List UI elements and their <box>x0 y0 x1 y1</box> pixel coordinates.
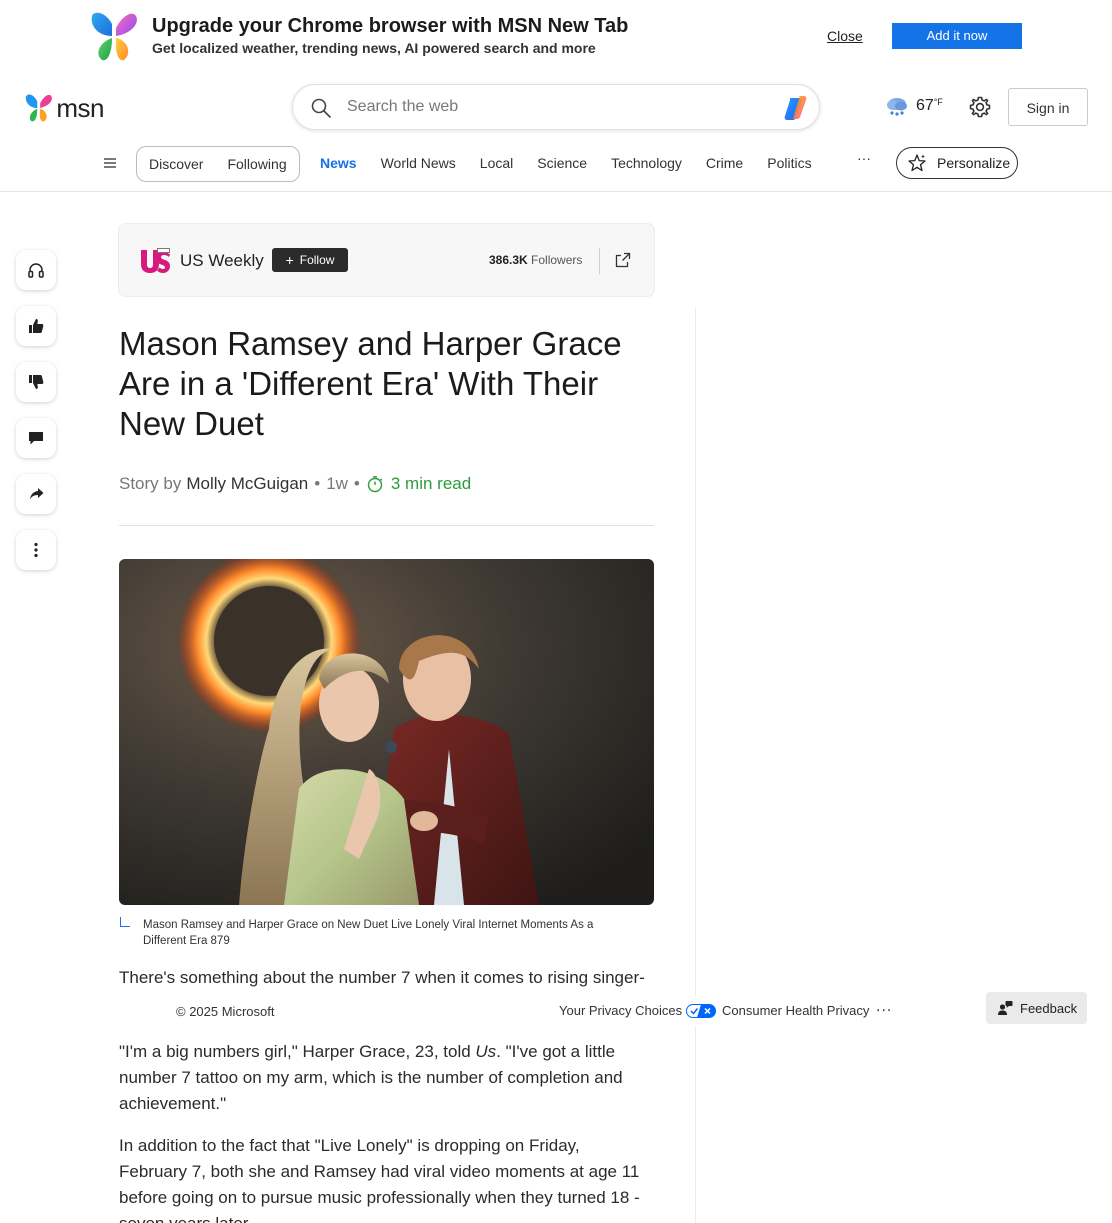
story-by-label: Story by <box>119 474 182 493</box>
comment-button[interactable] <box>16 418 56 458</box>
search-box[interactable] <box>292 84 820 130</box>
weather-unit: °F <box>933 97 943 107</box>
byline-separator: • <box>353 474 360 493</box>
copilot-icon[interactable] <box>781 94 809 122</box>
thumbs-down-icon <box>29 375 44 389</box>
msn-logo-text: msn <box>56 92 104 123</box>
vertical-ellipsis-icon <box>34 542 38 558</box>
article-hero-image[interactable] <box>119 559 654 905</box>
privacy-choices-link[interactable]: Your Privacy Choices <box>559 1003 717 1018</box>
byline-separator: • <box>314 474 321 493</box>
article-byline: Story by Molly McGuigan • 1w • 3 min rea… <box>119 474 471 494</box>
personalize-label: Personalize <box>937 155 1011 171</box>
privacy-toggle-icon <box>686 1003 717 1018</box>
more-options-button[interactable] <box>16 530 56 570</box>
nav-link-crime[interactable]: Crime <box>706 155 743 171</box>
column-divider <box>695 307 696 1223</box>
article-headline: Mason Ramsey and Harper Grace Are in a '… <box>119 325 622 442</box>
caption-marker <box>120 917 130 927</box>
weather-temperature: 67°F <box>916 97 943 114</box>
nav-link-technology[interactable]: Technology <box>611 155 682 171</box>
gear-icon[interactable] <box>968 95 992 119</box>
publisher-name[interactable]: US Weekly <box>180 251 264 271</box>
followers-count: 386.3K Followers <box>489 253 583 267</box>
sign-in-button[interactable]: Sign in <box>1008 88 1088 126</box>
category-links: News World News Local Science Technology… <box>320 155 836 171</box>
listen-button[interactable] <box>16 250 56 290</box>
nav-link-news[interactable]: News <box>320 155 357 171</box>
page-footer: © 2025 Microsoft Your Privacy Choices Co… <box>0 996 1112 1026</box>
like-button[interactable] <box>16 306 56 346</box>
msn-butterfly-icon <box>25 94 52 122</box>
msn-butterfly-logo <box>91 12 137 61</box>
tab-following[interactable]: Following <box>227 156 286 172</box>
dislike-button[interactable] <box>16 362 56 402</box>
share-arrow-icon <box>30 488 44 500</box>
footer-more-button[interactable]: ... <box>876 998 892 1016</box>
search-icon[interactable] <box>311 98 331 118</box>
promo-close-button[interactable]: Close <box>827 28 863 44</box>
follow-button[interactable]: + Follow <box>272 248 348 272</box>
publisher-card: US Weekly + Follow 386.3K Followers <box>118 223 655 297</box>
nav-link-world-news[interactable]: World News <box>381 155 456 171</box>
promo-subtitle: Get localized weather, trending news, AI… <box>152 40 596 56</box>
promo-title: Upgrade your Chrome browser with MSN New… <box>152 15 629 37</box>
hamburger-menu-icon[interactable] <box>102 156 118 170</box>
feedback-label: Feedback <box>1020 1000 1078 1016</box>
stopwatch-icon <box>367 476 383 493</box>
open-external-icon[interactable] <box>614 251 632 269</box>
byline-divider <box>119 525 654 526</box>
nav-link-science[interactable]: Science <box>537 155 587 171</box>
author-link[interactable]: Molly McGuigan <box>186 474 308 494</box>
article-age: 1w <box>326 474 348 493</box>
sparkle-star-icon <box>908 154 926 172</box>
feedback-person-icon <box>998 1001 1013 1015</box>
weather-widget[interactable]: 67°F <box>884 94 943 118</box>
us-weekly-logo[interactable] <box>139 248 171 274</box>
plus-icon: + <box>285 252 294 268</box>
headphones-icon <box>28 263 44 278</box>
share-button[interactable] <box>16 474 56 514</box>
nav-more-button[interactable]: ··· <box>857 150 871 166</box>
site-header: msn 67°F Sign in <box>0 74 1112 192</box>
nav-link-politics[interactable]: Politics <box>767 155 811 171</box>
article-paragraph: There's something about the number 7 whe… <box>119 968 645 987</box>
article-paragraph: "I'm a big numbers girl," Harper Grace, … <box>119 1042 623 1113</box>
add-it-now-button[interactable]: Add it now <box>892 23 1022 49</box>
read-time-label: 3 min read <box>390 474 472 493</box>
read-time: 3 min read <box>366 474 471 494</box>
image-caption: Mason Ramsey and Harper Grace on New Due… <box>143 919 594 947</box>
nav-link-local[interactable]: Local <box>480 155 513 171</box>
tab-discover[interactable]: Discover <box>149 156 203 172</box>
search-input[interactable] <box>347 95 767 119</box>
article-paragraph: In addition to the fact that "Live Lonel… <box>119 1136 640 1223</box>
personalize-button[interactable]: Personalize <box>896 147 1018 179</box>
nav-bar: Discover Following News World News Local… <box>0 146 1112 182</box>
feed-toggle: Discover Following <box>136 146 300 182</box>
publisher-divider <box>599 248 600 274</box>
msn-logo[interactable]: msn <box>24 92 104 124</box>
consumer-health-privacy-link[interactable]: Consumer Health Privacy <box>722 1003 869 1018</box>
privacy-choices-label: Your Privacy Choices <box>559 1003 683 1018</box>
follow-label: Follow <box>299 253 335 267</box>
rain-cloud-icon <box>887 98 907 116</box>
comment-bubble-icon <box>29 432 43 445</box>
feedback-button[interactable]: Feedback <box>986 992 1087 1024</box>
copyright-text: © 2025 Microsoft <box>176 1004 275 1019</box>
thumbs-up-icon <box>29 319 44 333</box>
promo-banner: Upgrade your Chrome browser with MSN New… <box>0 0 1112 74</box>
